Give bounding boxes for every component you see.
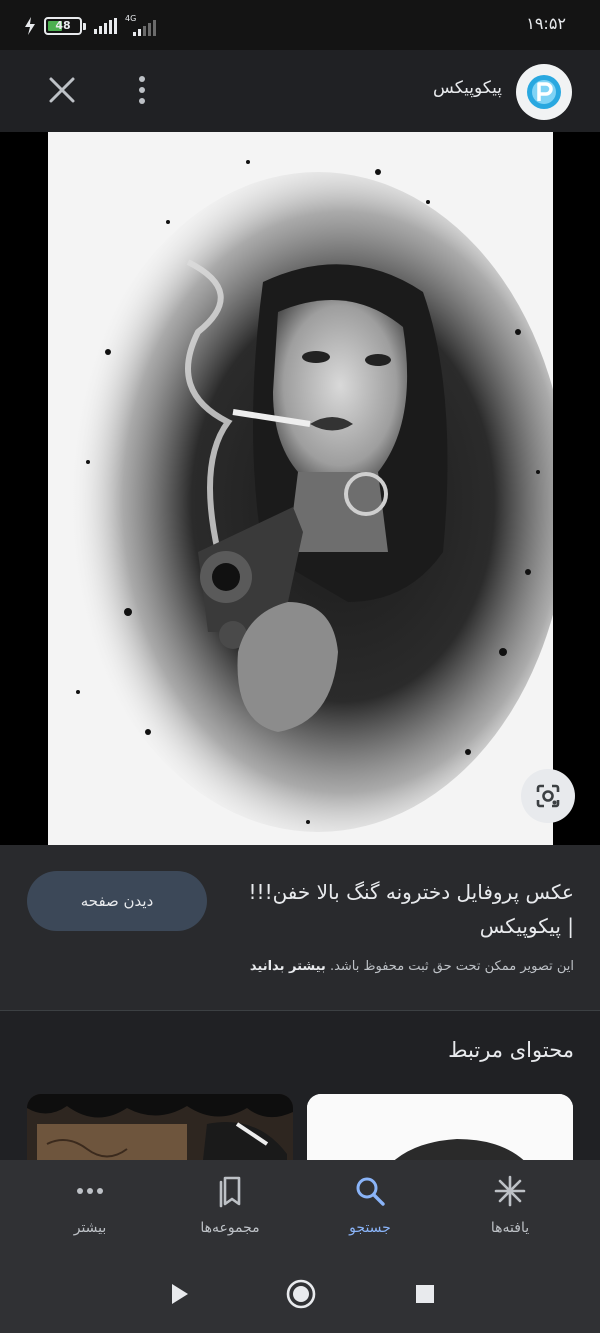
close-button[interactable] <box>44 72 80 108</box>
learn-more-link[interactable]: بیشتر بدانید <box>250 959 326 974</box>
image-title[interactable]: عکس پروفایل دخترونه گنگ بالا خفن!!! | پی… <box>244 875 574 943</box>
artwork-illustration <box>48 132 553 845</box>
site-logo[interactable] <box>516 64 572 120</box>
image-viewer <box>0 132 600 845</box>
bottom-navigation: یافته‌ها جستجو مجموعه‌ها بیشتر <box>0 1160 600 1255</box>
main-image[interactable] <box>48 132 553 845</box>
battery-cap <box>83 22 86 30</box>
status-bar: 48 4G ۱۹:۵۲ <box>0 0 600 50</box>
status-icons: 48 4G <box>24 14 156 36</box>
bookmarks-icon <box>219 1176 241 1208</box>
visit-page-button[interactable]: دیدن صفحه <box>27 871 207 931</box>
image-info-panel: دیدن صفحه عکس پروفایل دخترونه گنگ بالا خ… <box>0 845 600 1010</box>
more-vert-icon <box>139 76 145 82</box>
copyright-notice: این تصویر ممکن تحت حق ثبت محفوظ باشد. بی… <box>14 959 574 974</box>
divider <box>0 1010 600 1011</box>
battery-icon: 48 <box>44 17 82 35</box>
asterisk-icon <box>494 1175 526 1207</box>
home-circle-icon <box>286 1279 316 1309</box>
search-icon <box>356 1177 385 1206</box>
mobile-signal-icon: 4G <box>125 14 156 36</box>
nav-collections[interactable]: مجموعه‌ها <box>175 1174 285 1244</box>
close-icon <box>49 77 75 103</box>
google-lens-icon <box>536 784 560 808</box>
battery-percent: 48 <box>55 19 71 32</box>
copyright-text: این تصویر ممکن تحت حق ثبت محفوظ باشد. <box>329 959 574 974</box>
more-horiz-icon <box>77 1188 103 1194</box>
system-recents-button[interactable] <box>408 1277 442 1311</box>
nav-more[interactable]: بیشتر <box>35 1174 145 1244</box>
nav-more-label: بیشتر <box>73 1220 107 1236</box>
more-options-button[interactable] <box>130 72 154 108</box>
nav-discover[interactable]: یافته‌ها <box>455 1174 565 1244</box>
related-content-title: محتوای مرتبط <box>448 1038 574 1062</box>
play-triangle-icon <box>172 1284 188 1304</box>
system-home-button[interactable] <box>284 1277 318 1311</box>
nav-collections-label: مجموعه‌ها <box>200 1220 260 1236</box>
charging-icon <box>25 17 35 35</box>
picopix-logo-icon <box>527 75 561 109</box>
nav-search[interactable]: جستجو <box>315 1174 425 1244</box>
square-icon <box>416 1285 434 1303</box>
site-name[interactable]: پیکوپیکس <box>433 78 502 98</box>
nav-search-label: جستجو <box>349 1220 391 1236</box>
system-navigation <box>0 1255 600 1333</box>
status-time: ۱۹:۵۲ <box>526 14 566 33</box>
wifi-signal-icon <box>94 18 117 34</box>
system-back-button[interactable] <box>162 1277 196 1311</box>
nav-discover-label: یافته‌ها <box>490 1220 530 1236</box>
viewer-header: پیکوپیکس <box>0 50 600 132</box>
lens-search-button[interactable] <box>521 769 575 823</box>
